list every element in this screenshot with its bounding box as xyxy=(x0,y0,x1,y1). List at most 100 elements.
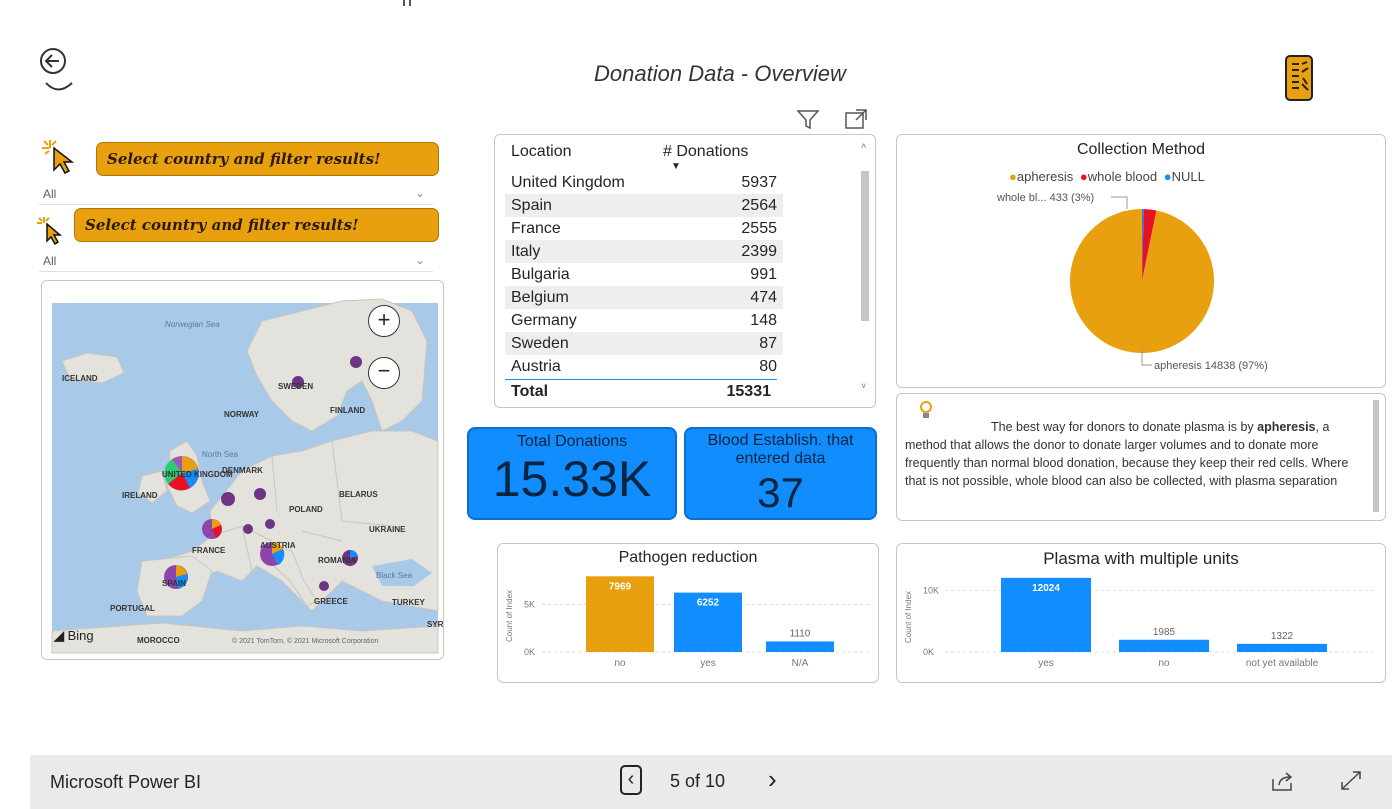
zoom-out-button[interactable]: − xyxy=(368,357,400,389)
table-total-row: Total 15331 xyxy=(505,379,777,404)
map-label: North Sea xyxy=(202,450,239,459)
table-row[interactable]: Sweden 87 xyxy=(505,332,783,355)
column-header-donations[interactable]: # Donations xyxy=(663,143,748,161)
table-row[interactable]: Spain 2564 xyxy=(505,194,783,217)
zoom-in-button[interactable]: + xyxy=(368,305,400,337)
previous-page-button[interactable]: ‹ xyxy=(620,765,642,795)
scroll-up-icon[interactable]: ˄ xyxy=(861,141,866,151)
y-tick-label: 0K xyxy=(524,647,535,657)
chart-title: Collection Method xyxy=(1076,141,1206,158)
collection-method-chart[interactable]: Collection Method ●apheresis ●whole bloo… xyxy=(896,134,1386,388)
plasma-multiple-units-chart[interactable]: Plasma with multiple units Count of Inde… xyxy=(896,543,1386,683)
scrollbar-thumb[interactable] xyxy=(861,171,869,321)
cell-location: United Kingdom xyxy=(511,173,625,191)
legend-label: apheresis xyxy=(1016,169,1074,184)
x-tick-label: N/A xyxy=(792,658,809,669)
bing-icon: ◢ xyxy=(54,628,64,643)
cell-location: Sweden xyxy=(505,332,667,355)
pie-label-whole-blood: whole bl... 433 (3%) xyxy=(996,192,1094,204)
cell-location: Belgium xyxy=(505,286,667,309)
table-row[interactable]: Italy 2399 xyxy=(505,240,783,263)
table-row[interactable]: United Kingdom 5937 xyxy=(505,171,783,194)
page-title: Donation Data - Overview xyxy=(594,61,846,86)
legend-label: whole blood xyxy=(1087,169,1158,184)
legend-dot: ● xyxy=(1163,169,1172,184)
map-label: IRELAND xyxy=(122,491,158,500)
total-value: 15331 xyxy=(726,383,772,400)
bar-not-yet-available[interactable] xyxy=(1237,643,1327,652)
map-label: ROMANIA xyxy=(318,556,356,565)
info-scrollbar[interactable] xyxy=(1373,400,1379,512)
legend-item-whole-blood[interactable]: ●whole blood xyxy=(1080,169,1157,184)
footer-bar: Microsoft Power BI ‹ 5 of 10 › xyxy=(30,755,1392,809)
x-tick-label: not yet available xyxy=(1246,658,1319,669)
table-row[interactable]: France 2555 xyxy=(505,217,783,240)
column-header-location[interactable]: Location xyxy=(511,143,572,161)
cell-location: Italy xyxy=(505,240,667,263)
dropdown-value: All xyxy=(43,186,57,201)
back-button[interactable] xyxy=(34,44,94,96)
filter-icon[interactable] xyxy=(796,108,820,130)
map-label: NORWAY xyxy=(224,410,260,419)
focus-mode-icon[interactable] xyxy=(844,108,868,130)
country-dropdown-1[interactable]: All ⌄ xyxy=(39,183,433,205)
bar-n-a[interactable] xyxy=(766,641,834,652)
table-row[interactable]: Germany 148 xyxy=(505,309,783,332)
legend-item-null[interactable]: ●NULL xyxy=(1164,169,1205,184)
report-canvas: Donation Data - Overview Select country … xyxy=(30,40,1392,755)
data-label: 1322 xyxy=(1271,631,1294,642)
table-row[interactable]: Belgium 474 xyxy=(505,286,783,309)
pathogen-reduction-chart[interactable]: Pathogen reduction Count of Index 0K 5K 796… xyxy=(497,543,879,683)
back-arrow-icon xyxy=(40,48,73,91)
kpi-value: 37 xyxy=(757,469,804,516)
table-row[interactable]: Austria 80 xyxy=(505,355,783,378)
info-text-box: The best way for donors to donate plasma… xyxy=(896,393,1386,521)
scroll-down-icon[interactable]: ˅ xyxy=(861,381,866,391)
map-label: ICELAND xyxy=(62,374,98,383)
dropdown-value: All xyxy=(43,253,57,268)
map-label: SWEDEN xyxy=(278,382,313,391)
map-label: SYRIA xyxy=(427,620,444,629)
chevron-down-icon: ⌄ xyxy=(414,186,425,200)
y-axis-label: Count of Index xyxy=(505,590,514,642)
map-label: POLAND xyxy=(289,505,323,514)
bing-logo: ◢ Bing xyxy=(54,628,94,644)
document-icon[interactable] xyxy=(1283,54,1315,102)
bing-label: Bing xyxy=(67,628,94,643)
cell-location: Austria xyxy=(511,357,561,375)
y-tick-label: 5K xyxy=(524,600,535,610)
info-text: The best way for donors to donate plasma… xyxy=(905,418,1371,490)
y-tick-label: 0K xyxy=(923,647,934,657)
share-button[interactable] xyxy=(1270,769,1296,793)
kpi-label: Blood Establish. that entered data xyxy=(707,432,854,467)
pie-chart[interactable]: whole bl... 433 (3%) apheresis 14838 (97… xyxy=(897,187,1387,387)
map-label: AUSTRIA xyxy=(260,541,296,550)
map-label: PORTUGAL xyxy=(110,604,155,613)
map-label: SPAIN xyxy=(162,579,186,588)
info-text-part1: The best way for donors to donate plasma… xyxy=(991,420,1258,434)
table-scrollbar[interactable]: ˄ ˅ xyxy=(859,141,871,395)
chart-legend: ●apheresis ●whole blood ●NULL xyxy=(1009,169,1205,184)
kpi-label: Total Donations xyxy=(516,433,628,450)
cursor-click-icon xyxy=(34,215,74,246)
y-axis-label: Count of Index xyxy=(904,591,913,643)
map-label: UNITED KINGDOM xyxy=(162,470,233,479)
pie-slice-apheresis[interactable] xyxy=(1070,209,1214,353)
legend-item-apheresis[interactable]: ●apheresis xyxy=(1009,169,1073,184)
table-body: United Kingdom 5937 Spain 2564 France 2555 Ita… xyxy=(505,171,783,378)
bar-no[interactable] xyxy=(1119,639,1209,652)
fullscreen-button[interactable] xyxy=(1338,769,1364,793)
legend-label: NULL xyxy=(1171,169,1205,184)
map-label: MOROCCO xyxy=(137,636,180,645)
map-label: UKRAINE xyxy=(369,525,406,534)
country-dropdown-2[interactable]: All ⌄ xyxy=(39,250,433,272)
location-table[interactable]: Location # Donations ▼ United Kingdom 593… xyxy=(494,134,876,408)
next-page-button[interactable]: › xyxy=(768,766,777,792)
map-visual[interactable]: Norwegian Sea ICELAND NORWAY SWEDEN FINL… xyxy=(41,280,444,660)
brand-label[interactable]: Microsoft Power BI xyxy=(50,772,201,793)
table-row[interactable]: Bulgaria 991 xyxy=(505,263,783,286)
cell-location: Bulgaria xyxy=(511,265,570,283)
data-label: 12024 xyxy=(1032,583,1060,594)
minus-icon: − xyxy=(377,358,391,383)
cell-donations: 148 xyxy=(750,311,777,329)
